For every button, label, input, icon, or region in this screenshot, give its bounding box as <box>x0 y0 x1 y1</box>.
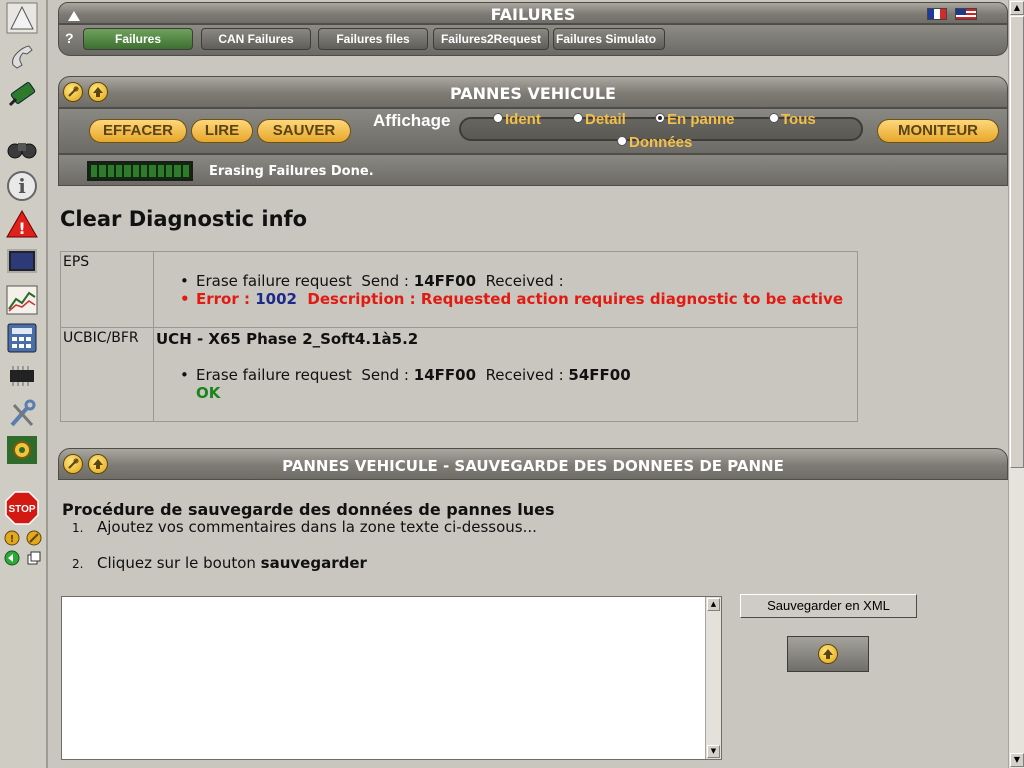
page-scrollbar[interactable]: ▲ ▼ <box>1008 0 1024 768</box>
copy-icon[interactable] <box>26 550 42 566</box>
save-panel-title: PANNES VEHICULE - SAUVEGARDE DES DONNEES… <box>282 457 784 475</box>
status-text: Erasing Failures Done. <box>209 164 374 179</box>
save-panel-header: PANNES VEHICULE - SAUVEGARDE DES DONNEES… <box>58 448 1008 480</box>
french-flag-icon[interactable] <box>927 8 947 20</box>
tab-bar: ? Failures CAN Failures Failures files F… <box>58 24 1008 56</box>
procedure-step-1: 1. Ajoutez vos commentaires dans la zone … <box>72 518 537 536</box>
clear-diagnostic-title: Clear Diagnostic info <box>60 207 308 231</box>
tab-failures-simulator[interactable]: Failures Simulato <box>553 28 665 50</box>
scrollbar-thumb[interactable] <box>1010 16 1024 468</box>
read-button[interactable]: LIRE <box>191 119 253 143</box>
error-code: 1002 <box>255 290 297 308</box>
ecu-name: UCBIC/BFR <box>60 327 154 422</box>
procedure-step-2: 2. Cliquez sur le bouton sauvegarder <box>72 554 367 572</box>
display-label: Affichage <box>373 111 451 130</box>
chart-icon[interactable] <box>5 284 39 316</box>
progress-bar <box>87 161 193 181</box>
svg-text:!: ! <box>10 534 15 545</box>
small-wrench-icon[interactable] <box>26 530 42 546</box>
display-option-ident[interactable]: Ident <box>493 111 541 128</box>
up-arrow-icon[interactable] <box>5 2 39 34</box>
scroll-down-icon[interactable]: ▼ <box>707 745 720 758</box>
phone-icon[interactable] <box>5 40 39 72</box>
chip-icon[interactable] <box>5 360 39 392</box>
procedure-title: Procédure de sauvegarde des données de p… <box>62 500 555 519</box>
display-option-detail[interactable]: Detail <box>573 111 626 128</box>
window-title-bar: FAILURES <box>58 2 1008 24</box>
ecu-detail: Erase failure request Send : 14FF00 Rece… <box>153 251 858 328</box>
up-arrow-icon <box>818 644 838 664</box>
left-toolbar: i ! STOP ! <box>0 0 48 768</box>
stop-label: STOP <box>8 504 35 515</box>
scroll-down-icon[interactable]: ▼ <box>1010 753 1024 767</box>
error-line: Error : 1002 Description : Requested act… <box>156 290 855 308</box>
monitor-button[interactable]: MONITEUR <box>877 119 999 143</box>
warning-icon[interactable]: ! <box>5 208 39 240</box>
failures-panel-header: PANNES VEHICULE <box>58 76 1008 108</box>
comment-scrollbar[interactable]: ▲ ▼ <box>705 597 721 759</box>
window-title: FAILURES <box>490 5 576 24</box>
monitor-icon[interactable] <box>5 246 39 278</box>
erase-request-line: Erase failure request Send : 14FF00 Rece… <box>156 272 855 290</box>
radio-ident[interactable] <box>493 113 503 123</box>
binoculars-icon[interactable] <box>5 132 39 164</box>
scroll-top-button[interactable] <box>787 636 869 672</box>
info-icon[interactable]: i <box>5 170 39 202</box>
comment-textarea[interactable]: ▲ ▼ <box>61 596 722 760</box>
ecu-name: EPS <box>60 251 154 328</box>
radio-en-panne[interactable] <box>655 113 665 123</box>
radio-detail[interactable] <box>573 113 583 123</box>
svg-text:!: ! <box>18 219 25 238</box>
ecu-detail: UCH - X65 Phase 2_Soft4.1à5.2 Erase fail… <box>153 327 858 422</box>
tab-failures[interactable]: Failures <box>83 28 193 50</box>
erase-button[interactable]: EFFACER <box>89 119 187 143</box>
ecu-heading: UCH - X65 Phase 2_Soft4.1à5.2 <box>156 330 419 348</box>
display-option-donnees[interactable]: Données <box>617 134 692 151</box>
table-row: UCBIC/BFR UCH - X65 Phase 2_Soft4.1à5.2 … <box>60 327 858 422</box>
display-option-en-panne[interactable]: En panne <box>655 111 735 128</box>
save-xml-button[interactable]: Sauvegarder en XML <box>740 594 917 618</box>
error-description: Requested action requires diagnostic to … <box>420 290 843 308</box>
calculator-icon[interactable] <box>5 322 39 354</box>
save-button[interactable]: SAUVER <box>257 119 351 143</box>
tools-icon[interactable] <box>5 398 39 430</box>
small-coin-icon[interactable]: ! <box>4 530 20 546</box>
failures-toolbar: EFFACER LIRE SAUVER Affichage Ident Deta… <box>58 108 1008 154</box>
tab-failures-files[interactable]: Failures files <box>318 28 428 50</box>
svg-text:i: i <box>18 174 26 198</box>
table-row: EPS Erase failure request Send : 14FF00 … <box>60 251 858 328</box>
result-ok: OK <box>196 384 221 402</box>
stop-icon[interactable]: STOP <box>5 491 39 525</box>
main-content: FAILURES ? Failures CAN Failures Failure… <box>50 0 1010 768</box>
diagnostic-table: EPS Erase failure request Send : 14FF00 … <box>60 251 858 422</box>
radio-donnees[interactable] <box>617 136 627 146</box>
help-button[interactable]: ? <box>65 30 74 46</box>
cable-connector-icon[interactable] <box>5 78 39 110</box>
scroll-up-icon[interactable]: ▲ <box>1010 1 1024 15</box>
radio-tous[interactable] <box>769 113 779 123</box>
display-option-tous[interactable]: Tous <box>769 111 816 128</box>
tab-can-failures[interactable]: CAN Failures <box>201 28 311 50</box>
failures-panel-title: PANNES VEHICULE <box>450 84 616 103</box>
erase-request-line: Erase failure request Send : 14FF00 Rece… <box>156 366 855 384</box>
comment-text <box>62 597 721 605</box>
gear-icon[interactable] <box>5 434 39 466</box>
tab-failures2request[interactable]: Failures2Request <box>433 28 549 50</box>
status-bar: Erasing Failures Done. <box>58 154 1008 186</box>
back-arrow-icon[interactable] <box>4 550 20 566</box>
scroll-up-icon[interactable]: ▲ <box>707 598 720 611</box>
us-flag-icon[interactable] <box>955 8 977 20</box>
